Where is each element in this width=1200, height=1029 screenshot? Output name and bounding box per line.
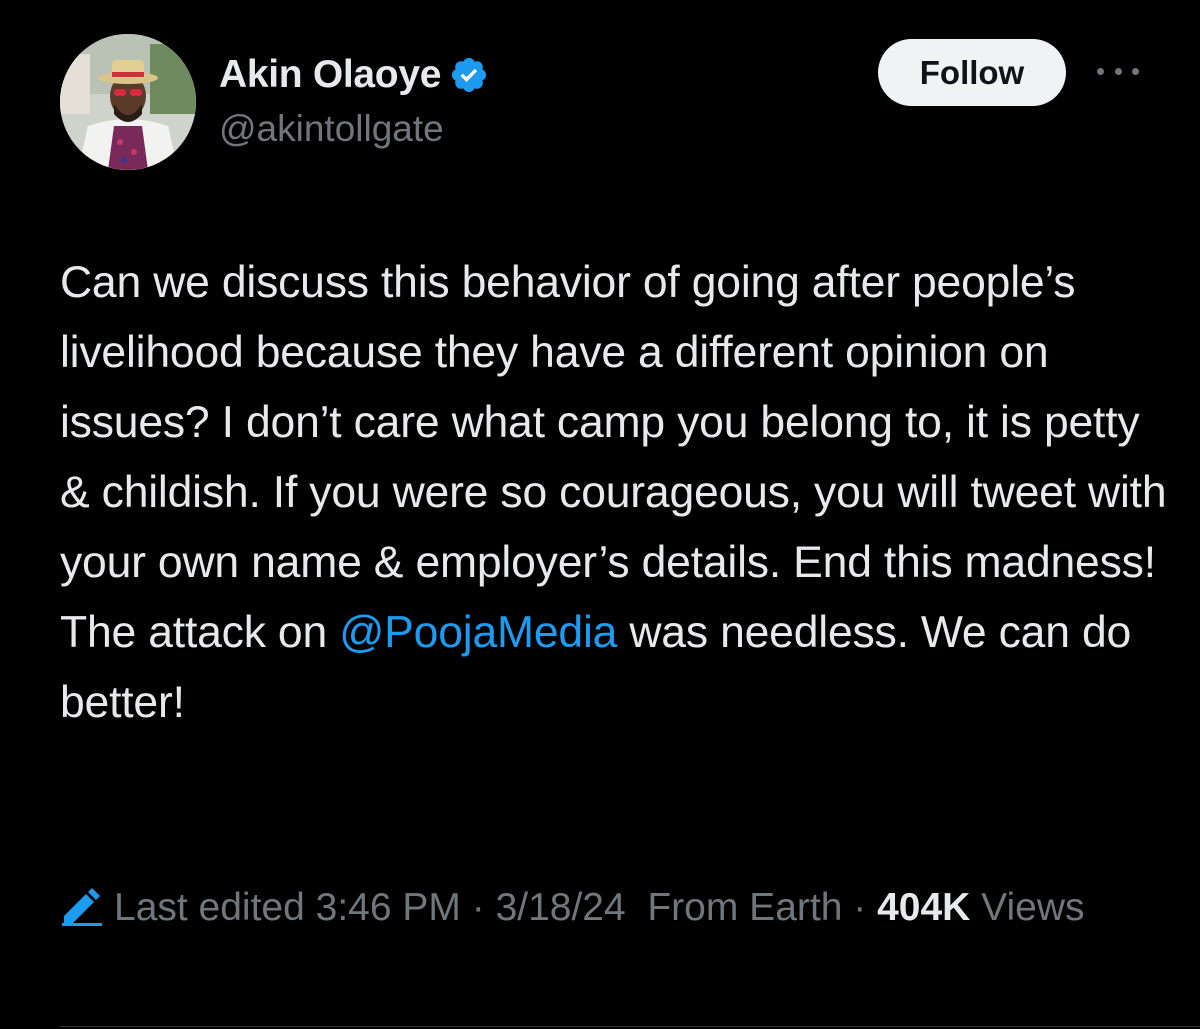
- more-horizontal-icon[interactable]: [1097, 64, 1139, 78]
- tweet-text-segment: Can we discuss this behavior of going af…: [60, 258, 1167, 657]
- follow-button[interactable]: Follow: [878, 39, 1066, 106]
- views-label: Views: [981, 886, 1085, 929]
- divider: [60, 1026, 1200, 1027]
- meta-separator: ·: [460, 886, 496, 929]
- last-edited-link[interactable]: Last edited 3:46 PM: [114, 886, 461, 929]
- tweet-source: From Earth: [647, 886, 843, 929]
- tweet-meta: Last edited 3:46 PM · 3/18/24 From Earth…: [60, 880, 1170, 936]
- author-name-row[interactable]: Akin Olaoye: [219, 50, 489, 100]
- pencil-icon[interactable]: [60, 886, 104, 926]
- more-dot: [1132, 67, 1139, 75]
- tweet-card: Akin Olaoye @akintollgate Follow Can we …: [0, 0, 1200, 1029]
- mention-link[interactable]: @PoojaMedia: [339, 608, 617, 657]
- tweet-date[interactable]: 3/18/24: [496, 886, 626, 929]
- tweet-text: Can we discuss this behavior of going af…: [60, 248, 1170, 738]
- verified-badge-icon: [449, 55, 489, 95]
- views-count: 404K: [877, 886, 971, 929]
- author-handle[interactable]: @akintollgate: [219, 108, 444, 150]
- author-display-name[interactable]: Akin Olaoye: [219, 53, 441, 97]
- avatar-image: [60, 34, 196, 170]
- more-dot: [1114, 67, 1122, 75]
- more-dot: [1097, 67, 1104, 75]
- avatar[interactable]: [60, 34, 196, 170]
- meta-separator: ·: [842, 886, 878, 929]
